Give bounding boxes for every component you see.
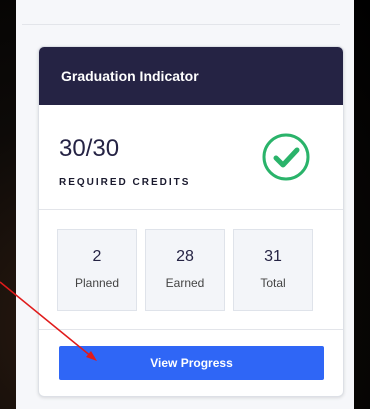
stat-value: 31: [264, 248, 282, 265]
stat-value: 28: [176, 248, 194, 265]
credits-value: 30/30: [59, 135, 120, 162]
card-divider: [39, 329, 343, 330]
top-divider: [22, 24, 340, 25]
stat-label: Earned: [165, 276, 205, 290]
check-circle-icon: [262, 133, 310, 181]
stats-row: 2 Planned 28 Earned 31 Total: [57, 229, 313, 311]
stat-value: 2: [92, 248, 102, 265]
stat-earned: 28 Earned: [145, 229, 225, 311]
view-progress-button[interactable]: View Progress: [59, 346, 324, 380]
stat-label: Total: [260, 276, 286, 290]
graduation-indicator-card: Graduation Indicator 30/30 REQUIRED CRED…: [38, 46, 344, 397]
card-header: Graduation Indicator: [39, 47, 343, 105]
stat-label: Planned: [74, 276, 120, 290]
credits-label: REQUIRED CREDITS: [59, 177, 191, 188]
stat-total: 31 Total: [233, 229, 313, 311]
credits-section: 30/30 REQUIRED CREDITS: [39, 105, 343, 210]
stat-planned: 2 Planned: [57, 229, 137, 311]
card-title: Graduation Indicator: [61, 68, 199, 84]
